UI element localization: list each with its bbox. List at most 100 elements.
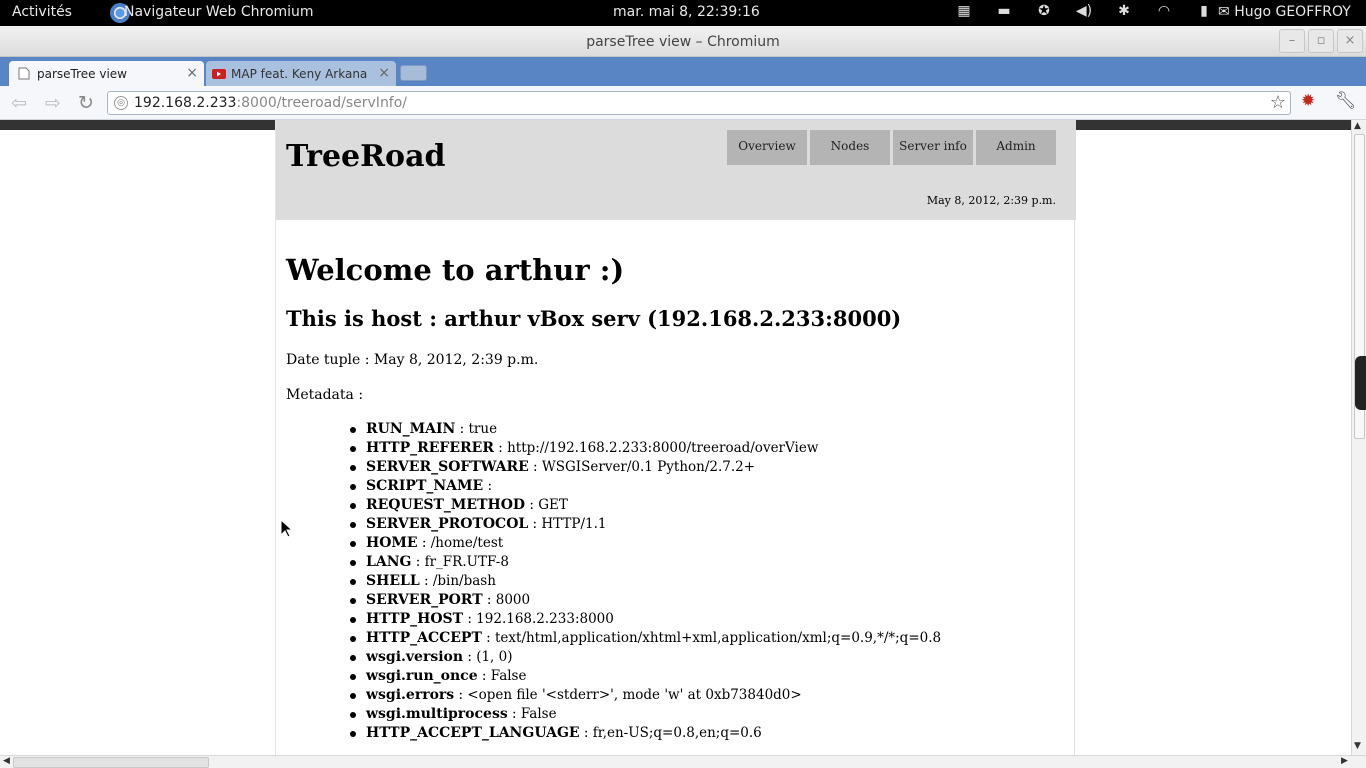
url-path: :8000/treeroad/servInfo/ bbox=[236, 95, 408, 111]
metadata-key: LANG bbox=[366, 554, 412, 570]
metadata-item: HTTP_HOST : 192.168.2.233:8000 bbox=[350, 610, 1066, 629]
metadata-item: wsgi.errors : <open file '<stderr>', mod… bbox=[350, 686, 1066, 705]
tab-strip: parseTree view × MAP feat. Keny Arkana -… bbox=[0, 57, 1366, 86]
metadata-item: SERVER_PORT : 8000 bbox=[350, 591, 1066, 610]
app-menu[interactable]: Navigateur Web Chromium bbox=[124, 4, 314, 20]
header-date: May 8, 2012, 2:39 p.m. bbox=[926, 194, 1056, 207]
user-icon: ✉ bbox=[1218, 4, 1235, 20]
wifi-icon[interactable]: ◠ bbox=[1144, 3, 1184, 19]
nav-server-info[interactable]: Server info bbox=[893, 130, 973, 165]
metadata-value: : False bbox=[477, 668, 527, 684]
scroll-up-arrow-icon[interactable]: ▲ bbox=[1354, 121, 1361, 131]
bookmark-star-icon[interactable]: ☆ bbox=[1270, 92, 1286, 113]
window-title: parseTree view – Chromium bbox=[586, 34, 780, 50]
site-logo[interactable]: TreeRoad bbox=[286, 139, 445, 174]
metadata-item: HTTP_ACCEPT_LANGUAGE : fr,en-US;q=0.8,en… bbox=[350, 724, 1066, 743]
metadata-item: HTTP_ACCEPT : text/html,application/xhtm… bbox=[350, 629, 1066, 648]
metadata-item: HTTP_REFERER : http://192.168.2.233:8000… bbox=[350, 439, 1066, 458]
metadata-label: Metadata : bbox=[286, 387, 364, 403]
metadata-value: : WSGIServer/0.1 Python/2.7.2+ bbox=[528, 459, 756, 475]
welcome-heading: Welcome to arthur :) bbox=[286, 253, 625, 287]
metadata-item: REQUEST_METHOD : GET bbox=[350, 496, 1066, 515]
scroll-right-arrow-icon[interactable]: ▶ bbox=[1341, 756, 1348, 766]
youtube-icon bbox=[212, 69, 226, 79]
metadata-key: HTTP_ACCEPT bbox=[366, 630, 482, 646]
nav-nodes[interactable]: Nodes bbox=[810, 130, 890, 165]
metadata-value: : true bbox=[455, 421, 498, 437]
metadata-value: : (1, 0) bbox=[463, 649, 513, 665]
metadata-value: : bbox=[483, 478, 493, 494]
metadata-item: SCRIPT_NAME : bbox=[350, 477, 1066, 496]
metadata-key: RUN_MAIN bbox=[366, 421, 456, 437]
metadata-value: : <open file '<stderr>', mode 'w' at 0xb… bbox=[454, 687, 802, 703]
scroll-down-arrow-icon[interactable]: ▼ bbox=[1354, 741, 1361, 751]
page-icon bbox=[18, 67, 30, 80]
clock[interactable]: mar. mai 8, 22:39:16 bbox=[613, 4, 760, 20]
accessibility-icon[interactable]: ✪ bbox=[1024, 3, 1064, 19]
host-heading: This is host : arthur vBox serv (192.168… bbox=[286, 306, 902, 331]
bluetooth-icon[interactable]: ✱ bbox=[1104, 3, 1144, 19]
metadata-value: : 8000 bbox=[482, 592, 531, 608]
metadata-item: RUN_MAIN : true bbox=[350, 420, 1066, 439]
close-tab-icon[interactable]: × bbox=[186, 65, 198, 81]
metadata-item: wsgi.version : (1, 0) bbox=[350, 648, 1066, 667]
metadata-key: wsgi.run_once bbox=[366, 668, 478, 684]
metadata-value: : /home/test bbox=[417, 535, 504, 551]
metadata-value: : http://192.168.2.233:8000/treeroad/ove… bbox=[493, 440, 819, 456]
metadata-item: SERVER_SOFTWARE : WSGIServer/0.1 Python/… bbox=[350, 458, 1066, 477]
user-menu[interactable]: ✉ Hugo GEOFFROY bbox=[1218, 4, 1351, 20]
volume-icon[interactable]: ◀) bbox=[1064, 3, 1104, 19]
extension-icon[interactable]: ✹ bbox=[1301, 91, 1315, 111]
close-tab-icon[interactable]: × bbox=[378, 65, 390, 81]
forward-icon[interactable]: ⇨ bbox=[40, 92, 66, 114]
minimize-button[interactable]: – bbox=[1279, 29, 1305, 53]
new-tab-button[interactable] bbox=[400, 65, 427, 81]
wrench-icon[interactable]: 🔧︎ bbox=[1335, 91, 1357, 111]
nav-overview[interactable]: Overview bbox=[727, 130, 807, 165]
gnome-top-bar: Activités Navigateur Web Chromium mar. m… bbox=[0, 0, 1366, 26]
site-nav: Overview Nodes Server info Admin bbox=[724, 130, 1056, 165]
metadata-value: : fr,en-US;q=0.8,en;q=0.6 bbox=[579, 725, 762, 741]
tab-parsetree-view[interactable]: parseTree view × bbox=[9, 61, 204, 86]
vertical-scrollbar[interactable]: ▲ ▼ bbox=[1351, 120, 1366, 755]
metadata-key: REQUEST_METHOD bbox=[366, 497, 526, 513]
back-icon[interactable]: ⇦ bbox=[6, 92, 32, 114]
date-tuple: Date tuple : May 8, 2012, 2:39 p.m. bbox=[286, 352, 539, 368]
metadata-value: : 192.168.2.233:8000 bbox=[463, 611, 614, 627]
nav-admin[interactable]: Admin bbox=[976, 130, 1056, 165]
horizontal-scrollbar[interactable]: ◀ ▶ bbox=[0, 755, 1366, 768]
window-title-bar: parseTree view – Chromium – ▫ × bbox=[0, 26, 1366, 57]
globe-icon: ◎ bbox=[114, 96, 128, 110]
metadata-list: RUN_MAIN : true HTTP_REFERER : http://192… bbox=[350, 420, 1066, 743]
tab-label: parseTree view bbox=[37, 67, 127, 81]
close-window-button[interactable]: × bbox=[1337, 29, 1363, 53]
activities-button[interactable]: Activités bbox=[12, 4, 72, 20]
tab-youtube[interactable]: MAP feat. Keny Arkana - A × bbox=[206, 61, 396, 86]
maximize-button[interactable]: ▫ bbox=[1308, 29, 1334, 53]
overview-edge-handle[interactable] bbox=[1355, 356, 1366, 410]
metadata-value: : text/html,application/xhtml+xml,applic… bbox=[481, 630, 942, 646]
reload-icon[interactable]: ↻ bbox=[73, 92, 99, 114]
metadata-value: : HTTP/1.1 bbox=[528, 516, 607, 532]
metadata-key: wsgi.multiprocess bbox=[366, 706, 508, 722]
scroll-left-arrow-icon[interactable]: ◀ bbox=[3, 756, 10, 766]
metadata-value: : fr_FR.UTF-8 bbox=[411, 554, 509, 570]
metadata-key: HOME bbox=[366, 535, 418, 551]
url-text: 192.168.2.233:8000/treeroad/servInfo/ bbox=[134, 95, 407, 111]
metadata-value: : /bin/bash bbox=[419, 573, 496, 589]
page-viewport: TreeRoad Overview Nodes Server info Admi… bbox=[0, 120, 1351, 755]
metadata-item: wsgi.run_once : False bbox=[350, 667, 1066, 686]
metadata-item: LANG : fr_FR.UTF-8 bbox=[350, 553, 1066, 572]
horizontal-scroll-thumb[interactable] bbox=[13, 757, 209, 768]
url-host: 192.168.2.233 bbox=[134, 95, 237, 111]
address-bar[interactable]: ◎ 192.168.2.233:8000/treeroad/servInfo/ … bbox=[107, 91, 1291, 115]
workspace-icon[interactable]: ▦ bbox=[944, 3, 984, 19]
user-name: Hugo GEOFFROY bbox=[1234, 4, 1351, 20]
metadata-key: SHELL bbox=[366, 573, 420, 589]
page-container: TreeRoad Overview Nodes Server info Admi… bbox=[275, 120, 1076, 755]
metadata-value: : False bbox=[507, 706, 557, 722]
main-content: Welcome to arthur :) This is host : arth… bbox=[286, 250, 1066, 743]
files-icon[interactable]: ▬ bbox=[984, 3, 1024, 19]
metadata-item: wsgi.multiprocess : False bbox=[350, 705, 1066, 724]
metadata-item: SERVER_PROTOCOL : HTTP/1.1 bbox=[350, 515, 1066, 534]
